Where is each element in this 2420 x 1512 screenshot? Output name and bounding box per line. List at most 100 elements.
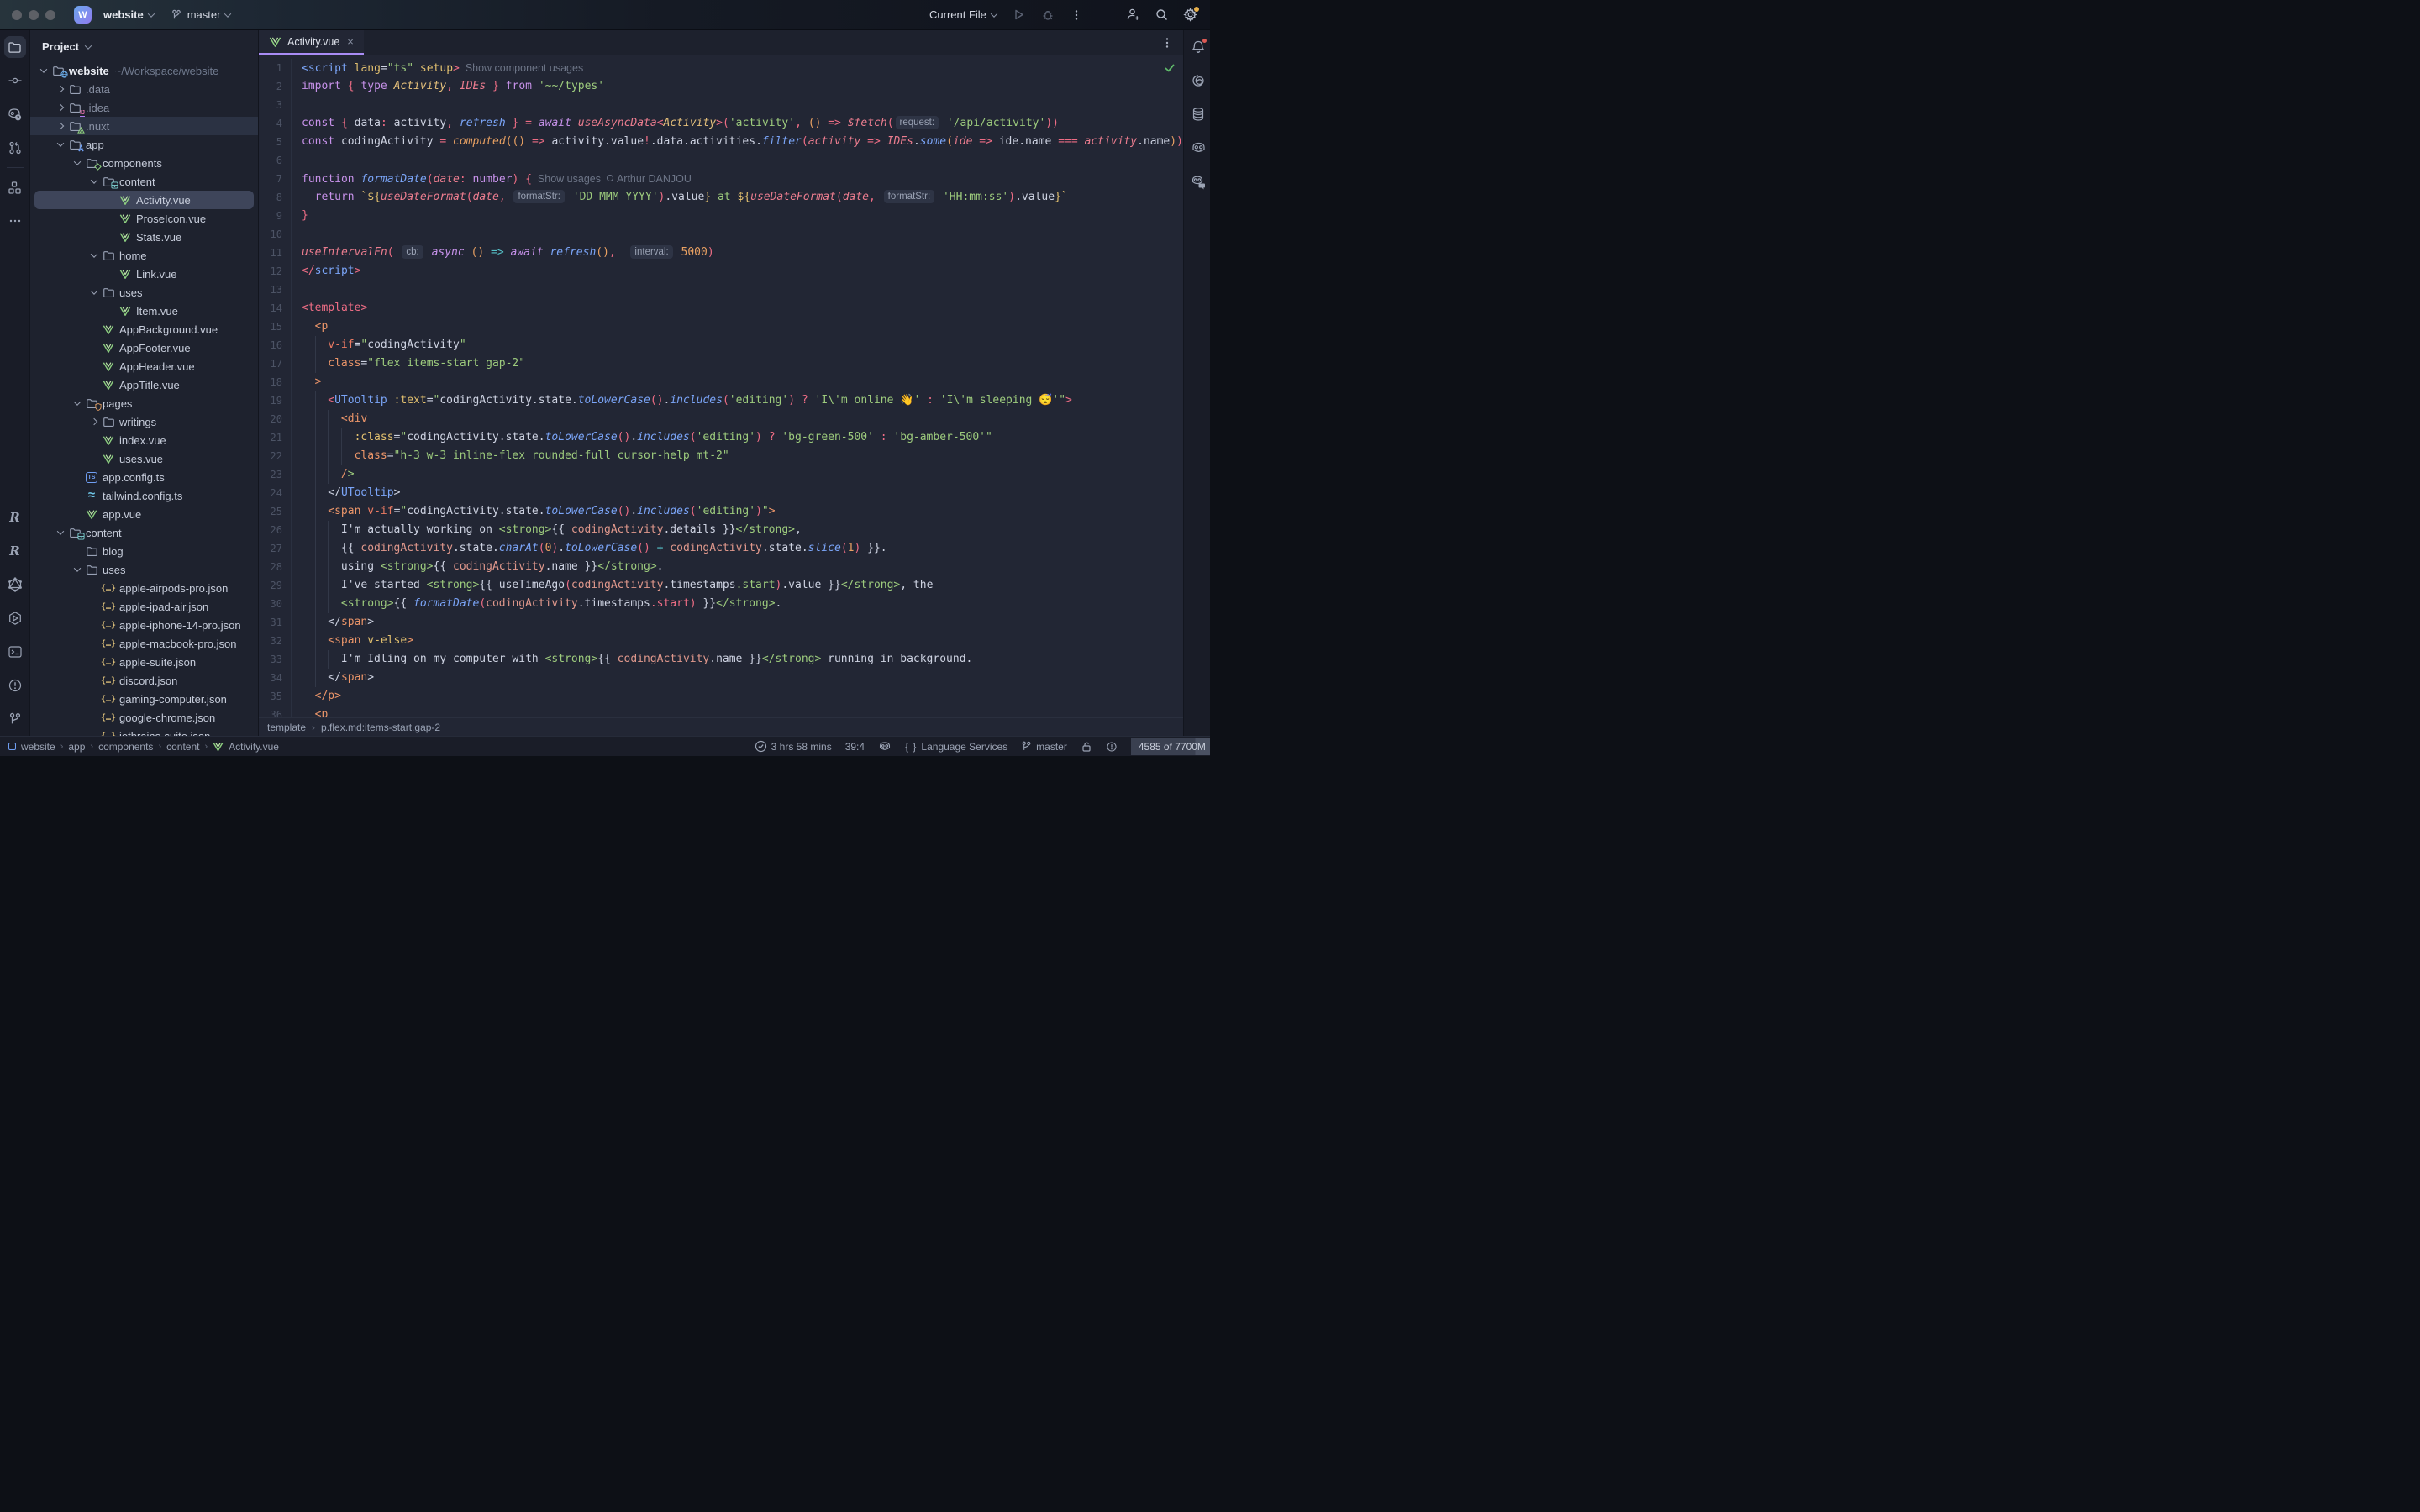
git-tool-button[interactable] <box>4 708 26 730</box>
chevron-right-icon[interactable] <box>54 87 67 92</box>
chevron-down-icon[interactable] <box>71 567 84 572</box>
run-configuration-selector[interactable]: Current File <box>924 5 1002 24</box>
copilot-chat-tool-button[interactable] <box>1187 171 1209 192</box>
code-line-22[interactable]: 22class="h-3 w-3 inline-flex rounded-ful… <box>259 447 1183 465</box>
line-number[interactable]: 3 <box>259 96 291 114</box>
code-line-5[interactable]: 5const codingActivity = computed(() => a… <box>259 133 1183 151</box>
tree-item-apple-macbook-pro.json[interactable]: {…}apple-macbook-pro.json <box>30 634 258 653</box>
code-line-27[interactable]: 27{{ codingActivity.state.charAt(0).toLo… <box>259 539 1183 558</box>
code-line-32[interactable]: 32<span v-else> <box>259 632 1183 650</box>
lock-widget[interactable] <box>1081 741 1092 753</box>
tree-item-.idea[interactable]: IJ.idea <box>30 98 258 117</box>
tree-item-uses.vue[interactable]: uses.vue <box>30 449 258 468</box>
line-number[interactable]: 4 <box>259 114 291 133</box>
code-line-14[interactable]: 14<template> <box>259 299 1183 318</box>
tree-item-uses[interactable]: uses <box>30 560 258 579</box>
tree-item-uses[interactable]: uses <box>30 283 258 302</box>
inspection-widget[interactable] <box>1106 741 1118 753</box>
window-controls[interactable] <box>12 10 55 20</box>
notifications-tool-button[interactable] <box>1187 36 1209 58</box>
tree-item-blog[interactable]: blog <box>30 542 258 560</box>
code-line-11[interactable]: 11useIntervalFn( cb: async () => await r… <box>259 244 1183 262</box>
project-selector[interactable]: website <box>98 5 159 24</box>
line-number[interactable]: 28 <box>259 558 291 576</box>
line-number[interactable]: 35 <box>259 687 291 706</box>
tree-item-content[interactable]: content <box>30 523 258 542</box>
breadcrumb[interactable]: p.flex.md:items-start.gap-2 <box>321 722 440 733</box>
chevron-down-icon[interactable] <box>54 530 67 535</box>
code-line-16[interactable]: 16v-if="codingActivity" <box>259 336 1183 354</box>
code-line-8[interactable]: 8return `${useDateFormat(date, formatStr… <box>259 188 1183 207</box>
pipeline-tool-button[interactable] <box>4 607 26 629</box>
code-line-17[interactable]: 17class="flex items-start gap-2" <box>259 354 1183 373</box>
pull-requests-tool-button[interactable] <box>4 137 26 159</box>
tab-close-icon[interactable]: × <box>347 35 354 48</box>
code-line-1[interactable]: 1<script lang="ts" setup> Show component… <box>259 59 1183 77</box>
chevron-down-icon[interactable] <box>87 179 101 184</box>
line-number[interactable]: 36 <box>259 706 291 717</box>
tree-item-gaming-computer.json[interactable]: {…}gaming-computer.json <box>30 690 258 708</box>
status-crumb[interactable]: app <box>68 741 85 753</box>
r-packages-tool-button[interactable]: R <box>4 540 26 562</box>
line-number[interactable]: 23 <box>259 465 291 484</box>
tree-item-home[interactable]: home <box>30 246 258 265</box>
code-line-9[interactable]: 9} <box>259 207 1183 225</box>
code-line-10[interactable]: 10 <box>259 225 1183 244</box>
line-number[interactable]: 8 <box>259 188 291 207</box>
settings-button[interactable] <box>1180 4 1202 26</box>
inspections-ok-indicator[interactable] <box>1164 62 1176 78</box>
window-close-button[interactable] <box>12 10 22 20</box>
memory-indicator[interactable]: 4585 of 7700M <box>1131 738 1210 755</box>
terminal-tool-button[interactable] <box>4 641 26 663</box>
code-line-24[interactable]: 24</UTooltip> <box>259 484 1183 502</box>
chevron-down-icon[interactable] <box>71 160 84 165</box>
code-line-2[interactable]: 2import { type Activity, IDEs } from '~~… <box>259 77 1183 96</box>
database-tool-button[interactable] <box>1187 103 1209 125</box>
project-tool-button[interactable] <box>4 36 26 58</box>
code-with-me-button[interactable] <box>1123 4 1144 26</box>
tree-item-item.vue[interactable]: Item.vue <box>30 302 258 320</box>
tree-item-components[interactable]: components <box>30 154 258 172</box>
project-panel-header[interactable]: Project <box>30 30 258 60</box>
code-line-15[interactable]: 15<p <box>259 318 1183 336</box>
line-number[interactable]: 12 <box>259 262 291 281</box>
code-line-35[interactable]: 35</p> <box>259 687 1183 706</box>
git-branch-widget[interactable]: master <box>1021 741 1067 753</box>
chevron-down-icon[interactable] <box>54 142 67 147</box>
search-everywhere-button[interactable] <box>1151 4 1173 26</box>
code-line-25[interactable]: 25<span v-if="codingActivity.state.toLow… <box>259 502 1183 521</box>
code-line-6[interactable]: 6 <box>259 151 1183 170</box>
line-number[interactable]: 24 <box>259 484 291 502</box>
code-line-19[interactable]: 19<UTooltip :text="codingActivity.state.… <box>259 391 1183 410</box>
line-number[interactable]: 1 <box>259 59 291 77</box>
tree-item-stats.vue[interactable]: Stats.vue <box>30 228 258 246</box>
line-number[interactable]: 17 <box>259 354 291 373</box>
code-line-4[interactable]: 4const { data: activity, refresh } = awa… <box>259 114 1183 133</box>
tree-item-writings[interactable]: writings <box>30 412 258 431</box>
line-number[interactable]: 32 <box>259 632 291 650</box>
tree-item-.data[interactable]: .data <box>30 80 258 98</box>
code-line-21[interactable]: 21:class="codingActivity.state.toLowerCa… <box>259 428 1183 447</box>
copilot-help-tool-button[interactable]: ? <box>4 103 26 125</box>
problems-tool-button[interactable] <box>4 675 26 696</box>
tree-item-apple-ipad-air.json[interactable]: {…}apple-ipad-air.json <box>30 597 258 616</box>
code-line-13[interactable]: 13 <box>259 281 1183 299</box>
chevron-right-icon[interactable] <box>54 123 67 129</box>
status-crumb[interactable]: Activity.vue <box>229 741 279 753</box>
tab-activity-vue[interactable]: Activity.vue × <box>259 30 364 55</box>
copilot-tool-button[interactable] <box>1187 137 1209 159</box>
code-line-34[interactable]: 34</span> <box>259 669 1183 687</box>
caret-position-widget[interactable]: 39:4 <box>845 741 865 753</box>
line-number[interactable]: 22 <box>259 447 291 465</box>
chevron-down-icon[interactable] <box>37 68 50 73</box>
code-line-28[interactable]: 28using <strong>{{ codingActivity.name }… <box>259 558 1183 576</box>
code-line-36[interactable]: 36<p <box>259 706 1183 717</box>
tree-item-apple-airpods-pro.json[interactable]: {…}apple-airpods-pro.json <box>30 579 258 597</box>
line-number[interactable]: 26 <box>259 521 291 539</box>
code-line-30[interactable]: 30<strong>{{ formatDate(codingActivity.t… <box>259 595 1183 613</box>
code-line-31[interactable]: 31</span> <box>259 613 1183 632</box>
copilot-status-widget[interactable] <box>878 740 892 753</box>
tree-item-jetbrains-suite.json[interactable]: {…}jetbrains-suite.json <box>30 727 258 736</box>
line-number[interactable]: 29 <box>259 576 291 595</box>
tree-item-proseicon.vue[interactable]: ProseIcon.vue <box>30 209 258 228</box>
